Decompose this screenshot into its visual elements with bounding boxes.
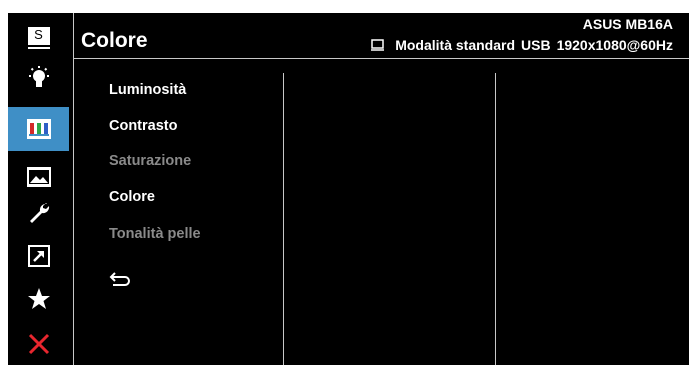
menu-item-color[interactable]: Colore — [109, 189, 155, 205]
column-divider-1 — [283, 73, 284, 365]
header-divider — [73, 58, 689, 59]
mode-label: Modalità standard — [395, 37, 516, 53]
column-divider-2 — [495, 73, 496, 365]
osd-panel: S Colore ASUS MB16A Modalità standard US… — [8, 13, 689, 365]
sidebar-item-my-favorite[interactable] — [8, 281, 69, 317]
input-label: USB — [521, 37, 551, 53]
splendid-s-label: S — [34, 27, 43, 42]
sidebar-item-splendid[interactable]: S — [8, 18, 69, 54]
status-bar: Modalità standard USB 1920x1080@60Hz — [371, 37, 673, 53]
monitor-model: ASUS MB16A — [582, 16, 673, 32]
monitor-icon — [371, 39, 385, 51]
menu-item-brightness[interactable]: Luminosità — [109, 82, 186, 98]
splendid-s-icon: S — [27, 27, 50, 49]
sidebar-item-image[interactable] — [8, 159, 69, 195]
menu-item-contrast[interactable]: Contrasto — [109, 118, 177, 134]
resolution-label: 1920x1080@60Hz — [556, 37, 673, 53]
sidebar-item-shortcut[interactable] — [8, 238, 69, 274]
sidebar-item-color[interactable] — [8, 107, 69, 151]
star-icon — [27, 288, 50, 309]
sidebar-item-exit[interactable] — [8, 326, 69, 362]
sidebar: S — [8, 13, 69, 365]
page-title: Colore — [81, 29, 148, 52]
sidebar-item-brightness[interactable] — [8, 60, 69, 96]
menu-item-saturation: Saturazione — [109, 153, 192, 169]
color-bars-icon — [26, 119, 51, 139]
brightness-bulb-icon — [28, 66, 49, 87]
back-button[interactable] — [109, 271, 131, 294]
wrench-icon — [29, 203, 49, 223]
back-arrow-icon — [109, 272, 130, 286]
shortcut-arrow-icon — [27, 245, 50, 267]
sidebar-item-system-setup[interactable] — [8, 195, 69, 231]
image-icon — [26, 167, 51, 187]
menu-item-skin-tone: Tonalità pelle — [109, 226, 201, 242]
close-x-icon — [28, 333, 49, 355]
sidebar-divider — [73, 13, 74, 365]
